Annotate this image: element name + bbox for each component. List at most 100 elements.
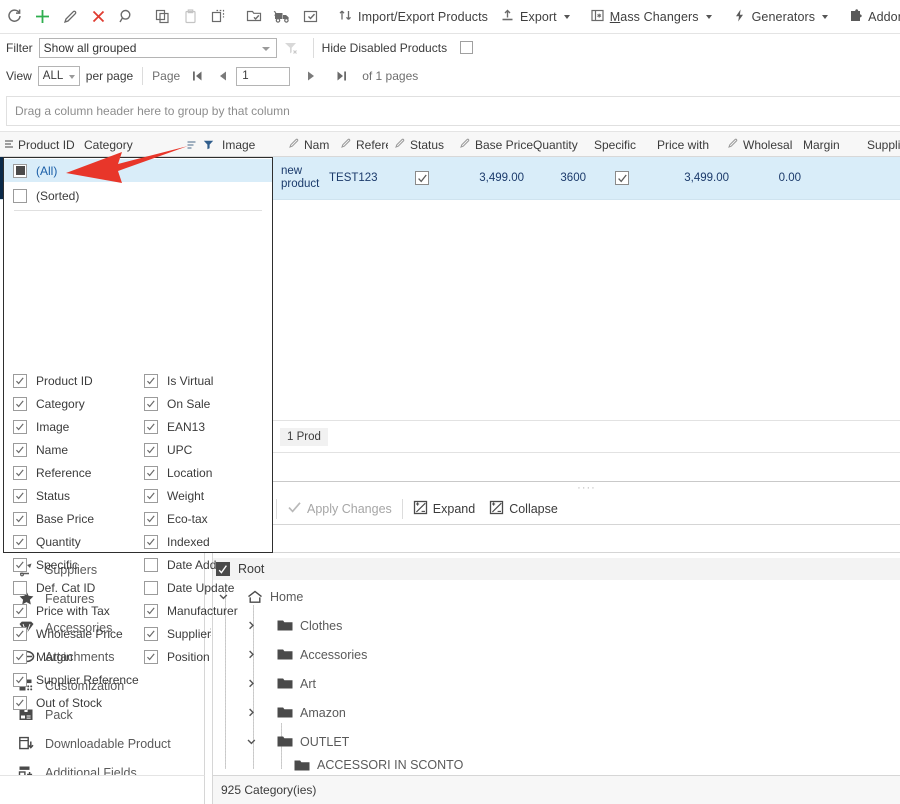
column-header-margin[interactable]: Margin bbox=[803, 132, 855, 157]
cell-margin[interactable] bbox=[801, 157, 853, 199]
column-chooser-item-specific[interactable]: Specific bbox=[4, 553, 144, 576]
column-chooser-item-def-cat-id[interactable]: Def. Cat ID bbox=[4, 576, 144, 599]
column-header-image[interactable]: Image bbox=[222, 132, 272, 157]
column-header-name[interactable]: Nam bbox=[288, 132, 330, 157]
checkbox-date-update[interactable] bbox=[144, 580, 158, 595]
duplicate-icon[interactable] bbox=[204, 2, 232, 32]
checkbox-quantity[interactable] bbox=[13, 534, 27, 549]
checkbox-weight[interactable] bbox=[144, 488, 158, 503]
checkbox-manufacturer[interactable] bbox=[144, 603, 158, 618]
tree-node-accessori-in-sconto[interactable]: ACCESSORI IN SCONTO bbox=[273, 755, 463, 775]
add-icon[interactable] bbox=[28, 2, 56, 32]
chevron-down-icon-outlet[interactable] bbox=[245, 736, 257, 748]
column-chooser-item-date-add[interactable]: Date Add bbox=[135, 553, 270, 576]
status-checkbox[interactable] bbox=[415, 171, 429, 185]
hide-disabled-products-checkbox[interactable] bbox=[460, 41, 474, 54]
apply-changes-button[interactable]: Apply Changes bbox=[280, 497, 399, 521]
checkbox-upc[interactable] bbox=[144, 442, 158, 457]
copy-icon[interactable] bbox=[148, 2, 176, 32]
column-header-quantity[interactable]: Quantity bbox=[533, 132, 589, 157]
first-page-icon[interactable] bbox=[188, 66, 206, 86]
refresh-icon[interactable] bbox=[0, 2, 28, 32]
collapse-button[interactable]: Collapse bbox=[482, 497, 565, 521]
checkbox-supplier[interactable] bbox=[144, 626, 158, 641]
column-header-specific[interactable]: Specific bbox=[594, 132, 650, 157]
tree-root-row[interactable]: Root bbox=[213, 558, 900, 580]
column-chooser-item-location[interactable]: Location bbox=[135, 461, 270, 484]
column-chooser-item-margin[interactable]: Margin bbox=[4, 645, 144, 668]
import-export-products-button[interactable]: Import/Export Products bbox=[332, 2, 494, 32]
cell-price-with-tax[interactable]: 3,499.00 bbox=[645, 157, 729, 199]
column-chooser-item-status[interactable]: Status bbox=[4, 484, 144, 507]
column-chooser-all-row[interactable]: (All) bbox=[4, 159, 272, 182]
cell-name[interactable]: new product bbox=[281, 157, 325, 199]
checkbox-indexed[interactable] bbox=[144, 534, 158, 549]
clear-filter-icon[interactable] bbox=[277, 40, 305, 56]
column-chooser-item-manufacturer[interactable]: Manufacturer bbox=[135, 599, 270, 622]
column-chooser-item-price-with-tax[interactable]: Price with Tax bbox=[4, 599, 144, 622]
checkbox-date-add[interactable] bbox=[144, 557, 158, 572]
tree-node-outlet[interactable]: OUTLET bbox=[245, 727, 349, 756]
column-chooser-item-indexed[interactable]: Indexed bbox=[135, 530, 270, 553]
checkbox-margin[interactable] bbox=[13, 649, 27, 664]
per-page-select[interactable]: ALL bbox=[37, 66, 80, 86]
column-chooser-item-product-id[interactable]: Product ID bbox=[4, 369, 144, 392]
last-page-icon[interactable] bbox=[332, 66, 350, 86]
horizontal-splitter[interactable]: ···· bbox=[273, 482, 900, 494]
generators-button[interactable]: Generators bbox=[726, 2, 835, 32]
column-filter-icon[interactable] bbox=[203, 132, 217, 157]
column-chooser-item-weight[interactable]: Weight bbox=[135, 484, 270, 507]
checkbox-def-cat-id[interactable] bbox=[13, 580, 27, 595]
checkbox-category[interactable] bbox=[13, 396, 27, 411]
column-chooser-item-eco-tax[interactable]: Eco-tax bbox=[135, 507, 270, 530]
addons-button[interactable]: Addons bbox=[842, 2, 900, 32]
checkbox-wholesale-price[interactable] bbox=[13, 626, 27, 641]
checkbox-image[interactable] bbox=[13, 419, 27, 434]
search-icon[interactable] bbox=[112, 2, 140, 32]
column-chooser-item-supplier-reference[interactable]: Supplier Reference bbox=[4, 668, 184, 691]
checkbox-reference[interactable] bbox=[13, 465, 27, 480]
page-number-input[interactable]: 1 bbox=[236, 66, 291, 86]
sort-indicator-icon[interactable] bbox=[186, 132, 200, 157]
column-chooser-item-name[interactable]: Name bbox=[4, 438, 144, 461]
column-chooser-item-on-sale[interactable]: On Sale bbox=[135, 392, 270, 415]
cell-base-price[interactable]: 3,499.00 bbox=[440, 157, 524, 199]
mass-changers-button[interactable]: Mass Changers bbox=[584, 2, 718, 32]
column-chooser-item-out-of-stock[interactable]: Out of Stock bbox=[4, 691, 164, 714]
grid-select-all-header[interactable] bbox=[2, 132, 16, 157]
column-chooser-item-image[interactable]: Image bbox=[4, 415, 144, 438]
column-chooser-item-quantity[interactable]: Quantity bbox=[4, 530, 144, 553]
checkbox-position[interactable] bbox=[144, 649, 158, 664]
checkbox-product-id[interactable] bbox=[13, 373, 27, 388]
column-header-supplier[interactable]: Suppli bbox=[867, 132, 900, 157]
specific-checkbox[interactable] bbox=[615, 171, 629, 185]
column-chooser-item-position[interactable]: Position bbox=[135, 645, 270, 668]
checkbox-ean13[interactable] bbox=[144, 419, 158, 434]
column-chooser-item-upc[interactable]: UPC bbox=[135, 438, 270, 461]
column-header-product-id[interactable]: Product ID bbox=[18, 132, 84, 157]
group-by-panel[interactable]: Drag a column header here to group by th… bbox=[6, 96, 900, 126]
next-page-icon[interactable] bbox=[302, 66, 320, 86]
previous-page-icon[interactable] bbox=[214, 66, 232, 86]
checkbox-status[interactable] bbox=[13, 488, 27, 503]
column-chooser-item-supplier[interactable]: Supplier bbox=[135, 622, 270, 645]
export-button[interactable]: Export bbox=[494, 2, 576, 32]
tree-node-art[interactable]: Art bbox=[245, 669, 316, 698]
chevron-right-icon-art[interactable] bbox=[245, 678, 257, 690]
column-chooser-item-reference[interactable]: Reference bbox=[4, 461, 144, 484]
column-chooser-item-wholesale-price[interactable]: Wholesale Price bbox=[4, 622, 144, 645]
select-folder-icon[interactable] bbox=[240, 2, 268, 32]
box-check-icon[interactable] bbox=[296, 2, 324, 32]
shipping-icon[interactable] bbox=[268, 2, 296, 32]
checkbox-supplier-reference[interactable] bbox=[13, 672, 27, 687]
checkbox-out-of-stock[interactable] bbox=[13, 695, 27, 710]
checkbox-specific[interactable] bbox=[13, 557, 27, 572]
column-chooser-item-ean13[interactable]: EAN13 bbox=[135, 415, 270, 438]
cell-wholesale-price[interactable]: 0.00 bbox=[735, 157, 801, 199]
column-chooser-item-date-update[interactable]: Date Update bbox=[135, 576, 270, 599]
column-header-wholesale-price[interactable]: Wholesal bbox=[727, 132, 801, 157]
filter-select[interactable]: Show all grouped bbox=[38, 37, 277, 58]
cell-specific[interactable] bbox=[594, 157, 650, 199]
checkbox-location[interactable] bbox=[144, 465, 158, 480]
checkbox-is-virtual[interactable] bbox=[144, 373, 158, 388]
